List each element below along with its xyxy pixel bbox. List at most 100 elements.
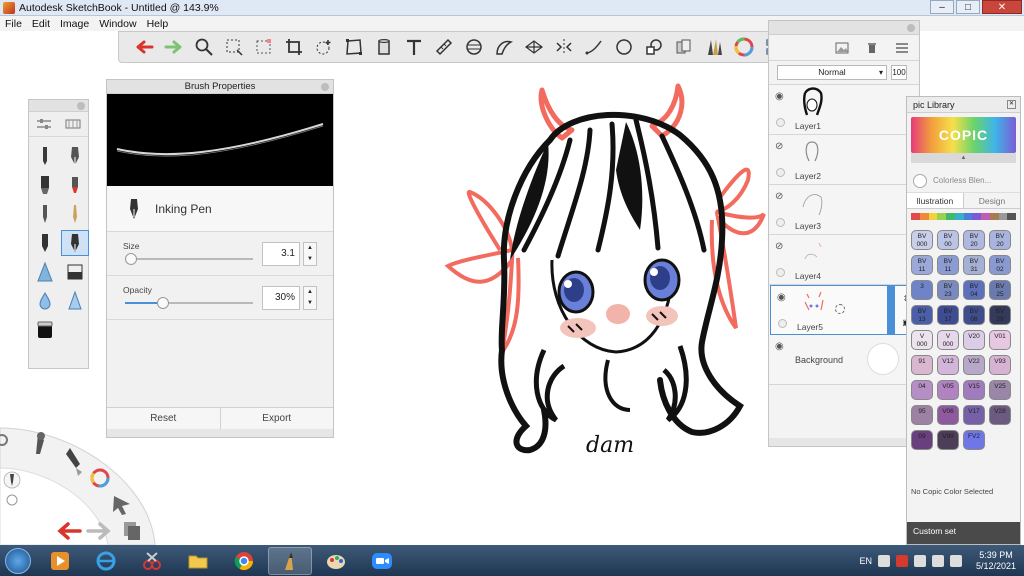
copic-color-chip[interactable]: BV 04 [963, 280, 985, 300]
brush-properties-header[interactable]: Brush Properties [107, 80, 333, 94]
copic-color-chip[interactable]: BV 20 [989, 230, 1011, 250]
background-layer-row[interactable]: ◉ Background [769, 335, 919, 385]
copic-color-chip[interactable]: V06 [937, 405, 959, 425]
marker-tool[interactable] [31, 172, 59, 198]
menu-window[interactable]: Window [99, 18, 136, 30]
copic-color-chip[interactable]: BV 13 [911, 305, 933, 325]
internet-explorer-icon[interactable] [84, 547, 128, 575]
language-indicator[interactable]: EN [859, 556, 872, 566]
smudge-tool[interactable] [31, 259, 59, 285]
collapse-chevron-icon[interactable]: ▲ [911, 153, 1016, 163]
copic-color-chip[interactable]: V22 [963, 355, 985, 375]
layer-row[interactable]: ⊘ Layer2 [769, 135, 919, 185]
layer-row-selected[interactable]: ◉ Layer5 ⇕ ▣ [770, 285, 918, 335]
copic-color-chip[interactable]: BV 000 [911, 230, 933, 250]
tray-flag-icon[interactable] [913, 554, 926, 567]
menu-file[interactable]: File [5, 18, 22, 30]
transform-icon[interactable] [311, 34, 337, 60]
zoom-app-icon[interactable] [360, 547, 404, 575]
select-icon[interactable] [221, 34, 247, 60]
pen-icon[interactable] [3, 471, 21, 489]
copic-header[interactable]: pic Library ✕ [907, 97, 1020, 113]
tray-app-icon[interactable] [877, 554, 890, 567]
ballpoint-tool[interactable] [31, 201, 59, 227]
start-button[interactable] [0, 545, 36, 576]
copic-color-chip[interactable]: FV2 [963, 430, 985, 450]
tab-illustration[interactable]: llustration [907, 193, 964, 208]
eye-icon[interactable]: ◉ [777, 292, 786, 303]
layers-header[interactable] [769, 21, 919, 35]
blur-tool[interactable] [31, 288, 59, 314]
menu-edit[interactable]: Edit [32, 18, 50, 30]
radio-dot[interactable] [6, 494, 18, 506]
zoom-icon[interactable] [191, 34, 217, 60]
layer-opacity-field[interactable]: 100 [891, 65, 907, 80]
snipping-tool-icon[interactable] [130, 547, 174, 575]
size-value-field[interactable]: 3.1 [262, 242, 300, 266]
menu-help[interactable]: Help [147, 18, 169, 30]
layer-lock-toggle[interactable] [776, 118, 785, 127]
brush-library-icon[interactable] [701, 34, 727, 60]
color-wheel-icon[interactable] [731, 34, 757, 60]
system-clock[interactable]: 5:39 PM 5/12/2021 [976, 550, 1016, 572]
background-color-swatch[interactable] [867, 343, 899, 375]
colorless-blender-row[interactable]: Colorless Blen... [907, 169, 1020, 193]
airbrush-tool[interactable] [61, 201, 89, 227]
custom-set-bar[interactable]: Custom set [907, 522, 1020, 544]
line-icon[interactable] [581, 34, 607, 60]
copic-color-chip[interactable]: V25 [989, 380, 1011, 400]
opacity-stepper[interactable]: ▲ ▼ [303, 286, 317, 310]
copic-color-chip[interactable]: BV 11 [937, 255, 959, 275]
copic-color-chip[interactable]: BV 08 [963, 305, 985, 325]
copic-color-chip[interactable]: 09 [911, 430, 933, 450]
size-slider[interactable] [125, 253, 253, 265]
copic-color-chip[interactable]: 04 [911, 380, 933, 400]
media-player-icon[interactable] [38, 547, 82, 575]
copic-color-chip[interactable]: BV 25 [989, 280, 1011, 300]
fine-pen-tool[interactable] [61, 143, 89, 169]
ellipse-icon[interactable] [611, 34, 637, 60]
copic-color-chip[interactable]: 91 [911, 355, 933, 375]
shape-icon[interactable] [641, 34, 667, 60]
select-lasso-icon[interactable] [251, 34, 277, 60]
brush-library-small-icon[interactable] [65, 118, 81, 130]
eye-icon[interactable]: ◉ [775, 91, 784, 102]
add-image-icon[interactable] [835, 42, 849, 54]
export-button[interactable]: Export [219, 408, 334, 429]
close-icon[interactable] [321, 83, 329, 91]
paint-icon[interactable] [314, 547, 358, 575]
folder-icon[interactable] [176, 547, 220, 575]
copic-markers-icon[interactable] [671, 34, 697, 60]
copic-color-chip[interactable]: BV 29 [989, 305, 1011, 325]
copic-color-chip[interactable]: BV 11 [911, 255, 933, 275]
undo-icon[interactable] [131, 34, 157, 60]
copic-color-chip[interactable]: V28 [989, 405, 1011, 425]
crop-icon[interactable] [281, 34, 307, 60]
copic-color-chip[interactable]: V 000 [911, 330, 933, 350]
text-icon[interactable] [401, 34, 427, 60]
copic-color-chip[interactable]: V12 [937, 355, 959, 375]
close-button[interactable]: ✕ [982, 0, 1022, 14]
layer-row[interactable]: ⊘ Layer3 [769, 185, 919, 235]
fill-icon[interactable] [371, 34, 397, 60]
copic-color-chip[interactable]: 95 [911, 405, 933, 425]
size-slider-knob[interactable] [125, 253, 137, 265]
copic-color-chip[interactable]: V05 [937, 380, 959, 400]
copic-color-chip[interactable]: V 000 [937, 330, 959, 350]
volume-icon[interactable] [949, 554, 962, 567]
color-family-strip[interactable] [911, 213, 1016, 220]
close-icon[interactable]: ✕ [1007, 100, 1016, 109]
distort-icon[interactable] [341, 34, 367, 60]
copic-color-chip[interactable]: V01 [989, 330, 1011, 350]
colorless-blender-swatch[interactable] [913, 173, 927, 188]
sketchbook-icon[interactable] [268, 546, 312, 575]
brush-settings-icon[interactable] [36, 118, 52, 130]
close-icon[interactable] [907, 24, 915, 32]
pencil-tool[interactable] [31, 143, 59, 169]
tab-design[interactable]: Design [964, 193, 1020, 208]
eraser-tool[interactable] [61, 259, 89, 285]
felt-pen-tool[interactable] [61, 172, 89, 198]
close-icon[interactable] [77, 102, 85, 110]
redo-icon[interactable] [161, 34, 187, 60]
copic-color-chip[interactable]: V93 [989, 355, 1011, 375]
